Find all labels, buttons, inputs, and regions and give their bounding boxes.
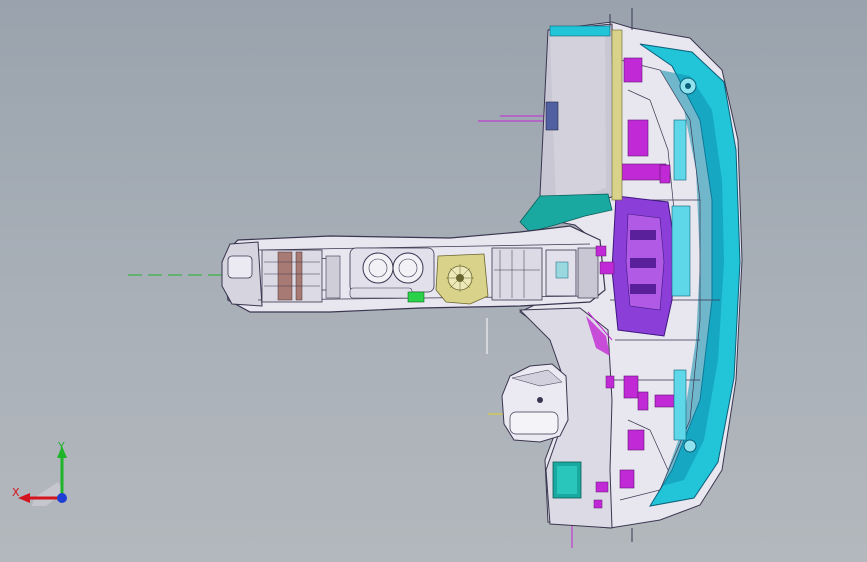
y-axis-label: Y <box>57 440 65 453</box>
axis-triad[interactable]: Y X <box>10 436 80 510</box>
cad-3d-viewport[interactable]: Y X <box>0 0 867 562</box>
center-console[interactable] <box>221 225 615 313</box>
upper-side-panel[interactable] <box>519 23 623 233</box>
lower-side-panel[interactable] <box>501 307 615 529</box>
x-axis-label: X <box>12 486 20 499</box>
dimension-line-icon <box>128 115 573 548</box>
dashboard-assembly-model[interactable] <box>0 0 867 562</box>
cup-holder-icon <box>349 247 435 293</box>
z-axis-dot <box>57 493 67 503</box>
shift-knob-icon <box>435 253 489 305</box>
